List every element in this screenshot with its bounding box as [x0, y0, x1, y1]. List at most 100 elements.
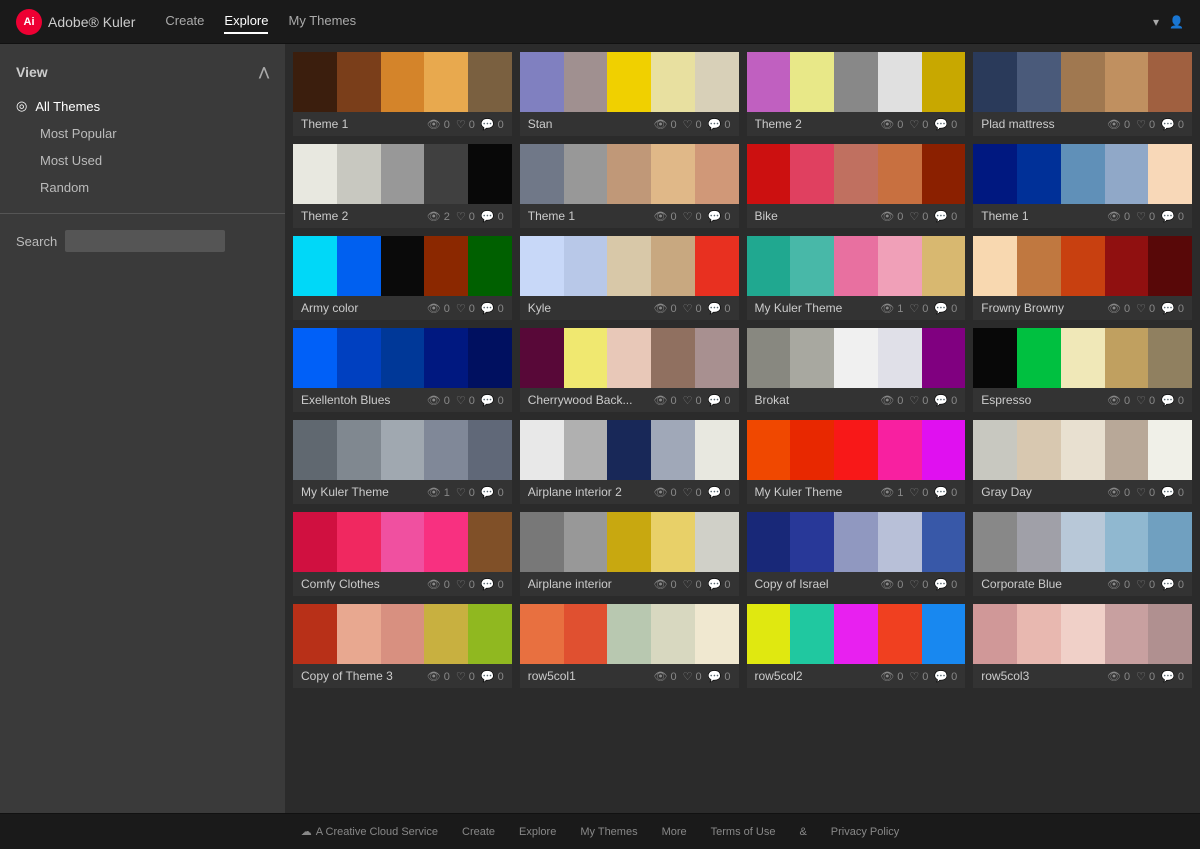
comments-stat: 💬 0: [481, 578, 504, 591]
theme-card[interactable]: Airplane interior 2 👁 0 ♡ 0 💬 0: [520, 420, 739, 504]
color-swatch: [651, 236, 695, 296]
theme-card[interactable]: Copy of Israel 👁 0 ♡ 0 💬 0: [747, 512, 966, 596]
cloud-icon-symbol: ☁: [301, 825, 312, 838]
theme-card[interactable]: row5col2 👁 0 ♡ 0 💬 0: [747, 604, 966, 688]
theme-card[interactable]: Kyle 👁 0 ♡ 0 💬 0: [520, 236, 739, 320]
color-swatch: [293, 604, 337, 664]
theme-card[interactable]: My Kuler Theme 👁 1 ♡ 0 💬 0: [293, 420, 512, 504]
color-swatch: [468, 420, 512, 480]
color-swatch: [695, 604, 739, 664]
color-swatch: [1105, 420, 1149, 480]
likes-stat: ♡ 0: [683, 394, 702, 407]
color-swatch: [424, 52, 468, 112]
nav-explore[interactable]: Explore: [224, 9, 268, 34]
theme-card[interactable]: Theme 2 👁 2 ♡ 0 💬 0: [293, 144, 512, 228]
color-swatch: [747, 236, 791, 296]
theme-card[interactable]: Theme 2 👁 0 ♡ 0 💬 0: [747, 52, 966, 136]
color-swatch: [834, 236, 878, 296]
theme-card[interactable]: Army color 👁 0 ♡ 0 💬 0: [293, 236, 512, 320]
nav-create[interactable]: Create: [165, 9, 204, 34]
theme-info: Theme 2 👁 0 ♡ 0 💬 0: [747, 112, 966, 136]
theme-card[interactable]: Theme 1 👁 0 ♡ 0 💬 0: [973, 144, 1192, 228]
theme-card[interactable]: Cherrywood Back... 👁 0 ♡ 0 💬 0: [520, 328, 739, 412]
theme-card[interactable]: Plad mattress 👁 0 ♡ 0 💬 0: [973, 52, 1192, 136]
color-swatch: [695, 144, 739, 204]
sidebar-item-all-themes[interactable]: ◎ All Themes: [0, 92, 285, 120]
theme-card[interactable]: Espresso 👁 0 ♡ 0 💬 0: [973, 328, 1192, 412]
theme-info: Stan 👁 0 ♡ 0 💬 0: [520, 112, 739, 136]
nav-mythemes[interactable]: My Themes: [288, 9, 356, 34]
color-swatch: [651, 604, 695, 664]
theme-swatches: [747, 420, 966, 480]
footer-explore-link[interactable]: Explore: [519, 826, 556, 838]
color-swatch: [1105, 512, 1149, 572]
color-swatch: [468, 52, 512, 112]
collapse-icon[interactable]: ⋀: [259, 65, 269, 79]
color-swatch: [1148, 604, 1192, 664]
color-swatch: [1061, 144, 1105, 204]
views-stat: 👁 0: [1107, 210, 1130, 223]
color-swatch: [520, 512, 564, 572]
theme-name: Copy of Israel: [755, 577, 877, 591]
user-icon[interactable]: 👤: [1169, 15, 1184, 29]
search-input[interactable]: [65, 230, 225, 252]
sidebar-item-random[interactable]: Random: [0, 174, 285, 201]
theme-stats: 👁 2 ♡ 0 💬 0: [427, 210, 504, 223]
theme-card[interactable]: Exellentoh Blues 👁 0 ♡ 0 💬 0: [293, 328, 512, 412]
theme-swatches: [973, 236, 1192, 296]
views-stat: 👁 1: [880, 486, 903, 499]
color-swatch: [337, 420, 381, 480]
theme-card[interactable]: Theme 1 👁 0 ♡ 0 💬 0: [293, 52, 512, 136]
color-swatch: [1017, 236, 1061, 296]
theme-card[interactable]: Frowny Browny 👁 0 ♡ 0 💬 0: [973, 236, 1192, 320]
sidebar-item-most-used[interactable]: Most Used: [0, 147, 285, 174]
theme-card[interactable]: Gray Day 👁 0 ♡ 0 💬 0: [973, 420, 1192, 504]
theme-card[interactable]: row5col3 👁 0 ♡ 0 💬 0: [973, 604, 1192, 688]
likes-stat: ♡ 0: [909, 670, 928, 683]
theme-card[interactable]: My Kuler Theme 👁 1 ♡ 0 💬 0: [747, 236, 966, 320]
footer-privacy-link[interactable]: Privacy Policy: [831, 826, 899, 838]
theme-card[interactable]: Comfy Clothes 👁 0 ♡ 0 💬 0: [293, 512, 512, 596]
color-swatch: [293, 52, 337, 112]
theme-card[interactable]: Airplane interior 👁 0 ♡ 0 💬 0: [520, 512, 739, 596]
sidebar-item-most-popular[interactable]: Most Popular: [0, 120, 285, 147]
color-swatch: [878, 328, 922, 388]
footer-create-link[interactable]: Create: [462, 826, 495, 838]
comments-stat: 💬 0: [934, 578, 957, 591]
footer-mythemes-link[interactable]: My Themes: [580, 826, 637, 838]
color-swatch: [973, 604, 1017, 664]
theme-swatches: [520, 328, 739, 388]
theme-name: My Kuler Theme: [301, 485, 423, 499]
likes-stat: ♡ 0: [1136, 394, 1155, 407]
theme-card[interactable]: My Kuler Theme 👁 1 ♡ 0 💬 0: [747, 420, 966, 504]
cloud-service-label: ☁ A Creative Cloud Service: [301, 825, 438, 838]
footer-more-link[interactable]: More: [662, 826, 687, 838]
views-stat: 👁 1: [427, 486, 450, 499]
color-swatch: [834, 420, 878, 480]
comments-stat: 💬 0: [481, 210, 504, 223]
sidebar-view-label: View: [16, 64, 48, 80]
theme-swatches: [293, 328, 512, 388]
views-stat: 👁 0: [1107, 670, 1130, 683]
footer-terms-link[interactable]: Terms of Use: [711, 826, 776, 838]
theme-swatches: [293, 512, 512, 572]
color-swatch: [381, 144, 425, 204]
color-swatch: [520, 52, 564, 112]
theme-swatches: [293, 144, 512, 204]
theme-card[interactable]: Theme 1 👁 0 ♡ 0 💬 0: [520, 144, 739, 228]
theme-card[interactable]: Copy of Theme 3 👁 0 ♡ 0 💬 0: [293, 604, 512, 688]
theme-stats: 👁 0 ♡ 0 💬 0: [880, 118, 957, 131]
dropdown-icon[interactable]: ▾: [1153, 15, 1159, 29]
theme-card[interactable]: Bike 👁 0 ♡ 0 💬 0: [747, 144, 966, 228]
likes-stat: ♡ 0: [1136, 302, 1155, 315]
comments-stat: 💬 0: [481, 670, 504, 683]
theme-card[interactable]: Stan 👁 0 ♡ 0 💬 0: [520, 52, 739, 136]
comments-stat: 💬 0: [1161, 578, 1184, 591]
theme-card[interactable]: row5col1 👁 0 ♡ 0 💬 0: [520, 604, 739, 688]
color-swatch: [337, 52, 381, 112]
comments-stat: 💬 0: [1161, 210, 1184, 223]
color-swatch: [424, 604, 468, 664]
theme-card[interactable]: Corporate Blue 👁 0 ♡ 0 💬 0: [973, 512, 1192, 596]
theme-card[interactable]: Brokat 👁 0 ♡ 0 💬 0: [747, 328, 966, 412]
nav-right: ▾ 👤: [1153, 15, 1184, 29]
